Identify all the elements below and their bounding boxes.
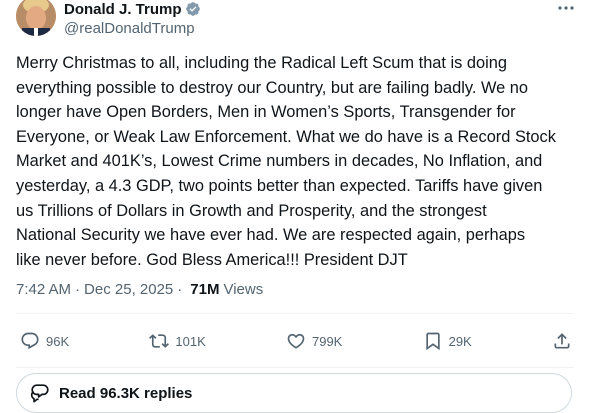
share-icon xyxy=(554,333,570,349)
verified-badge-icon[interactable] xyxy=(185,1,201,17)
reply-count: 96K xyxy=(46,333,70,349)
views-label: Views xyxy=(223,281,264,298)
retweet-icon xyxy=(149,334,170,348)
more-options-icon[interactable] xyxy=(556,0,576,16)
retweet-button[interactable]: 101K xyxy=(149,331,206,351)
bookmark-button[interactable]: 29K xyxy=(423,331,472,351)
heart-icon xyxy=(287,333,305,349)
reply-button[interactable]: 96K xyxy=(20,331,69,351)
divider-bottom xyxy=(16,367,574,368)
meta-separator: · xyxy=(177,281,183,298)
tweet-time[interactable]: 7:42 AM xyxy=(16,281,71,298)
author-display-name[interactable]: Donald J. Trump xyxy=(64,1,182,18)
tweet-meta: 7:42 AM · Dec 25, 2025 · 71M Views xyxy=(16,281,263,298)
avatar[interactable] xyxy=(16,0,56,36)
bookmark-icon xyxy=(425,332,440,351)
action-bar: 96K 101K 799K 29K xyxy=(20,330,572,352)
author-name-row: Donald J. Trump xyxy=(64,0,201,18)
speech-bubbles-icon xyxy=(30,384,49,403)
read-replies-button[interactable]: Read 96.3K replies xyxy=(16,373,572,413)
tweet-date[interactable]: Dec 25, 2025 xyxy=(84,281,173,298)
bookmark-count: 29K xyxy=(448,333,472,349)
like-button[interactable]: 799K xyxy=(286,331,342,351)
avatar-photo xyxy=(16,0,56,36)
author-handle[interactable]: @realDonaldTrump xyxy=(64,20,195,37)
views-count[interactable]: 71M xyxy=(190,281,219,298)
divider-top xyxy=(16,313,574,314)
meta-separator: · xyxy=(75,281,81,298)
reply-icon xyxy=(21,332,39,350)
share-button[interactable] xyxy=(552,331,572,351)
read-replies-label: Read 96.3K replies xyxy=(59,384,193,402)
retweet-count: 101K xyxy=(175,333,206,349)
tweet-text: Merry Christmas to all, including the Ra… xyxy=(16,54,556,269)
like-count: 799K xyxy=(311,333,343,349)
